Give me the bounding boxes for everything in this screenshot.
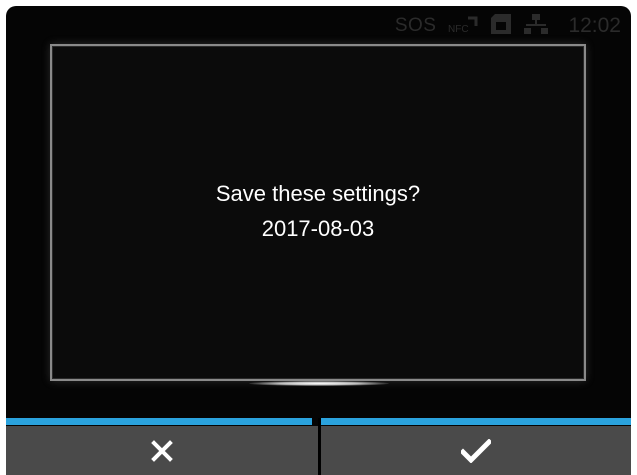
nfc-icon: NFC [448,14,478,39]
status-bar: SOS NFC 12:02 [394,13,621,40]
dialog-date-value: 2017-08-03 [261,216,375,241]
device-screen: SOS NFC 12:02 Save these settings? 2017-… [6,6,631,475]
sos-indicator: SOS [394,15,437,36]
confirmation-dialog: Save these settings? 2017-08-03 [50,44,586,381]
svg-text:NFC: NFC [448,24,469,34]
checkmark-icon [461,438,491,463]
dialog-message: Save these settings? 2017-08-03 [52,176,584,246]
cancel-button[interactable] [6,426,318,475]
sd-card-icon [490,13,512,40]
clock: 12:02 [568,14,621,37]
dialog-glow [248,381,389,386]
x-icon [151,439,173,462]
dialog-question: Save these settings? [215,181,421,206]
confirm-accent-bar [320,418,631,425]
cancel-accent-bar [6,418,312,425]
confirm-button[interactable] [321,426,631,475]
network-icon [524,13,549,40]
